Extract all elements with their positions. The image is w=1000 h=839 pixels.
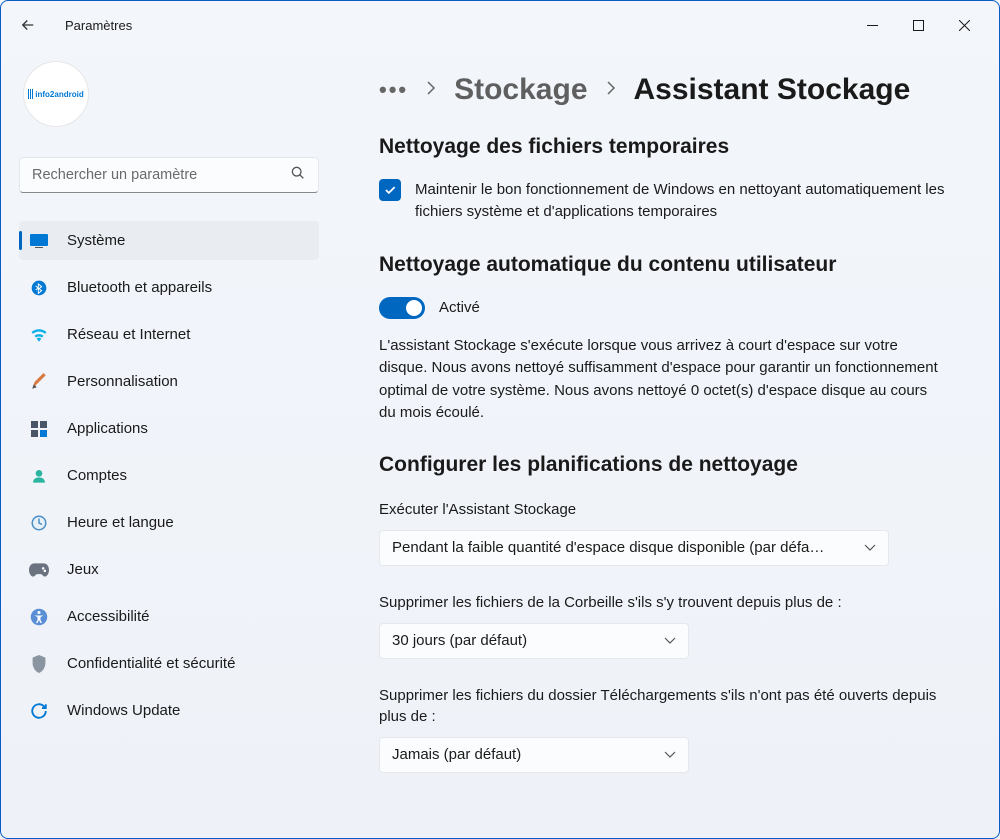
- nav-label: Windows Update: [67, 702, 180, 719]
- chevron-down-icon: [664, 746, 676, 763]
- nav-label: Comptes: [67, 467, 127, 484]
- person-icon: [29, 466, 49, 486]
- chevron-right-icon: [426, 80, 436, 101]
- nav-item-gaming[interactable]: Jeux: [19, 550, 319, 589]
- nav-list: Système Bluetooth et appareils Réseau et…: [19, 221, 319, 730]
- nav-label: Personnalisation: [67, 373, 178, 390]
- globe-clock-icon: [29, 513, 49, 533]
- breadcrumb-parent[interactable]: Stockage: [454, 73, 587, 107]
- window-title: Paramètres: [65, 18, 132, 33]
- nav-label: Bluetooth et appareils: [67, 279, 212, 296]
- downloads-dropdown[interactable]: Jamais (par défaut): [379, 737, 689, 773]
- main-content: ••• Stockage Assistant Stockage Nettoyag…: [331, 49, 999, 838]
- run-schedule-dropdown[interactable]: Pendant la faible quantité d'espace disq…: [379, 530, 889, 566]
- minimize-button[interactable]: [849, 9, 895, 41]
- shield-icon: [29, 654, 49, 674]
- system-icon: [29, 231, 49, 251]
- downloads-label: Supprimer les fichiers du dossier Téléch…: [379, 685, 939, 727]
- nav-item-accounts[interactable]: Comptes: [19, 456, 319, 495]
- nav-item-network[interactable]: Réseau et Internet: [19, 315, 319, 354]
- dropdown-value: Jamais (par défaut): [392, 746, 521, 763]
- back-icon[interactable]: [19, 16, 37, 34]
- dropdown-value: 30 jours (par défaut): [392, 632, 527, 649]
- search-box[interactable]: [19, 157, 319, 193]
- chevron-right-icon: [606, 80, 616, 101]
- chevron-down-icon: [664, 632, 676, 649]
- auto-cleanup-description: L'assistant Stockage s'exécute lorsque v…: [379, 335, 939, 425]
- nav-item-bluetooth[interactable]: Bluetooth et appareils: [19, 268, 319, 307]
- nav-item-apps[interactable]: Applications: [19, 409, 319, 448]
- nav-label: Système: [67, 232, 125, 249]
- close-button[interactable]: [941, 9, 987, 41]
- maximize-button[interactable]: [895, 9, 941, 41]
- title-bar: Paramètres: [1, 1, 999, 49]
- apps-icon: [29, 419, 49, 439]
- accessibility-icon: [29, 607, 49, 627]
- run-schedule-label: Exécuter l'Assistant Stockage: [379, 499, 939, 520]
- section-heading-auto: Nettoyage automatique du contenu utilisa…: [379, 253, 969, 277]
- nav-item-windows-update[interactable]: Windows Update: [19, 691, 319, 730]
- recycle-bin-label: Supprimer les fichiers de la Corbeille s…: [379, 592, 939, 613]
- nav-label: Jeux: [67, 561, 99, 578]
- section-heading-schedules: Configurer les planifications de nettoya…: [379, 453, 969, 477]
- toggle-state-label: Activé: [439, 299, 480, 316]
- nav-item-system[interactable]: Système: [19, 221, 319, 260]
- breadcrumb-ellipsis[interactable]: •••: [379, 77, 408, 103]
- nav-item-time-language[interactable]: Heure et langue: [19, 503, 319, 542]
- nav-label: Applications: [67, 420, 148, 437]
- search-input[interactable]: [32, 167, 290, 183]
- nav-label: Réseau et Internet: [67, 326, 190, 343]
- dropdown-value: Pendant la faible quantité d'espace disq…: [392, 539, 824, 556]
- update-icon: [29, 701, 49, 721]
- nav-label: Confidentialité et sécurité: [67, 655, 235, 672]
- chevron-down-icon: [864, 539, 876, 556]
- search-icon: [290, 165, 306, 186]
- user-avatar[interactable]: info2android: [23, 61, 89, 127]
- nav-item-accessibility[interactable]: Accessibilité: [19, 597, 319, 636]
- temp-cleanup-label: Maintenir le bon fonctionnement de Windo…: [415, 179, 969, 223]
- gamepad-icon: [29, 560, 49, 580]
- wifi-icon: [29, 325, 49, 345]
- breadcrumb-current: Assistant Stockage: [634, 73, 911, 107]
- bluetooth-icon: [29, 278, 49, 298]
- avatar-logo: info2android: [35, 90, 83, 99]
- temp-cleanup-checkbox[interactable]: [379, 179, 401, 201]
- section-heading-temp: Nettoyage des fichiers temporaires: [379, 135, 969, 159]
- nav-label: Heure et langue: [67, 514, 174, 531]
- recycle-bin-dropdown[interactable]: 30 jours (par défaut): [379, 623, 689, 659]
- nav-item-privacy[interactable]: Confidentialité et sécurité: [19, 644, 319, 683]
- brush-icon: [29, 372, 49, 392]
- nav-label: Accessibilité: [67, 608, 150, 625]
- auto-cleanup-toggle[interactable]: [379, 297, 425, 319]
- sidebar: info2android Système: [1, 49, 331, 838]
- breadcrumb: ••• Stockage Assistant Stockage: [379, 73, 969, 107]
- nav-item-personalization[interactable]: Personnalisation: [19, 362, 319, 401]
